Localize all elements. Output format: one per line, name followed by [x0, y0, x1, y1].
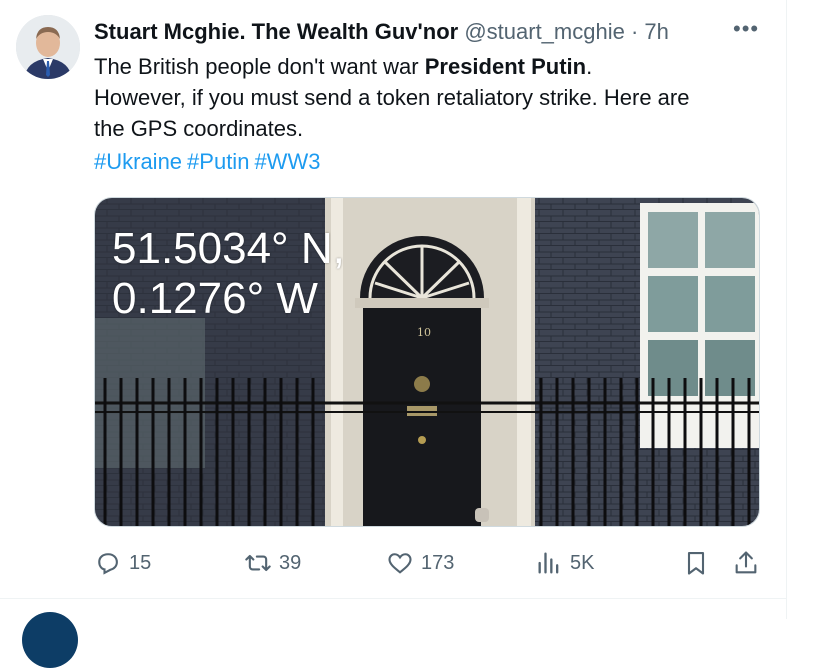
tweet-text: The British people don't want war Presid… [94, 51, 784, 144]
share-icon [735, 551, 757, 574]
retweet-button[interactable]: 39 [244, 545, 301, 581]
tweet-timestamp[interactable]: 7h [644, 19, 668, 44]
column-border [786, 0, 787, 619]
like-button[interactable]: 173 [386, 545, 454, 581]
views-count: 5K [570, 551, 595, 574]
next-tweet-avatar[interactable] [22, 612, 78, 668]
like-count: 173 [421, 551, 455, 574]
reply-button[interactable]: 15 [94, 545, 151, 581]
author-name[interactable]: Stuart Mcghie. The Wealth Guv'nor [94, 19, 458, 44]
author-handle[interactable]: @stuart_mcghie [464, 19, 625, 44]
bookmark-icon [687, 552, 705, 575]
more-options-icon[interactable]: ••• [733, 18, 763, 46]
reply-icon [98, 553, 118, 575]
views-icon [538, 552, 559, 574]
hashtag-putin[interactable]: #Putin [187, 149, 249, 174]
reply-count: 15 [129, 551, 152, 574]
tweet-actions: 15 39 173 5K [94, 545, 774, 581]
hashtag-ww3[interactable]: #WW3 [254, 149, 320, 174]
retweet-count: 39 [279, 551, 302, 574]
retweet-icon [245, 554, 271, 572]
bookmark-button[interactable] [682, 545, 710, 581]
author-avatar[interactable] [16, 15, 80, 79]
header-separator: · [630, 19, 639, 44]
image-coordinates-overlay: 51.5034° N, 0.1276° W [112, 224, 345, 324]
tweet-divider [0, 598, 786, 599]
longitude-text: 0.1276° W [112, 274, 318, 323]
door-number-text: 10 [417, 326, 431, 339]
hashtag-ukraine[interactable]: #Ukraine [94, 149, 182, 174]
tweet-text-bold: President Putin [424, 54, 587, 79]
views-button[interactable]: 5K [535, 545, 594, 581]
like-icon [388, 553, 412, 574]
tweet-text-line-3: the GPS coordinates. [94, 116, 304, 141]
tweet-text-line-2: However, if you must send a token retali… [94, 85, 690, 110]
tweet-text-segment: . [586, 54, 593, 79]
latitude-text: 51.5034° N, [112, 224, 345, 273]
hashtag-list: #Ukraine #Putin #WW3 [94, 146, 325, 177]
tweet-header: Stuart Mcghie. The Wealth Guv'nor @stuar… [94, 18, 774, 48]
tweet-text-segment: The British people don't want war [94, 54, 425, 79]
share-button[interactable] [732, 545, 760, 581]
tweet-text-line-1: The British people don't want war Presid… [94, 51, 784, 82]
